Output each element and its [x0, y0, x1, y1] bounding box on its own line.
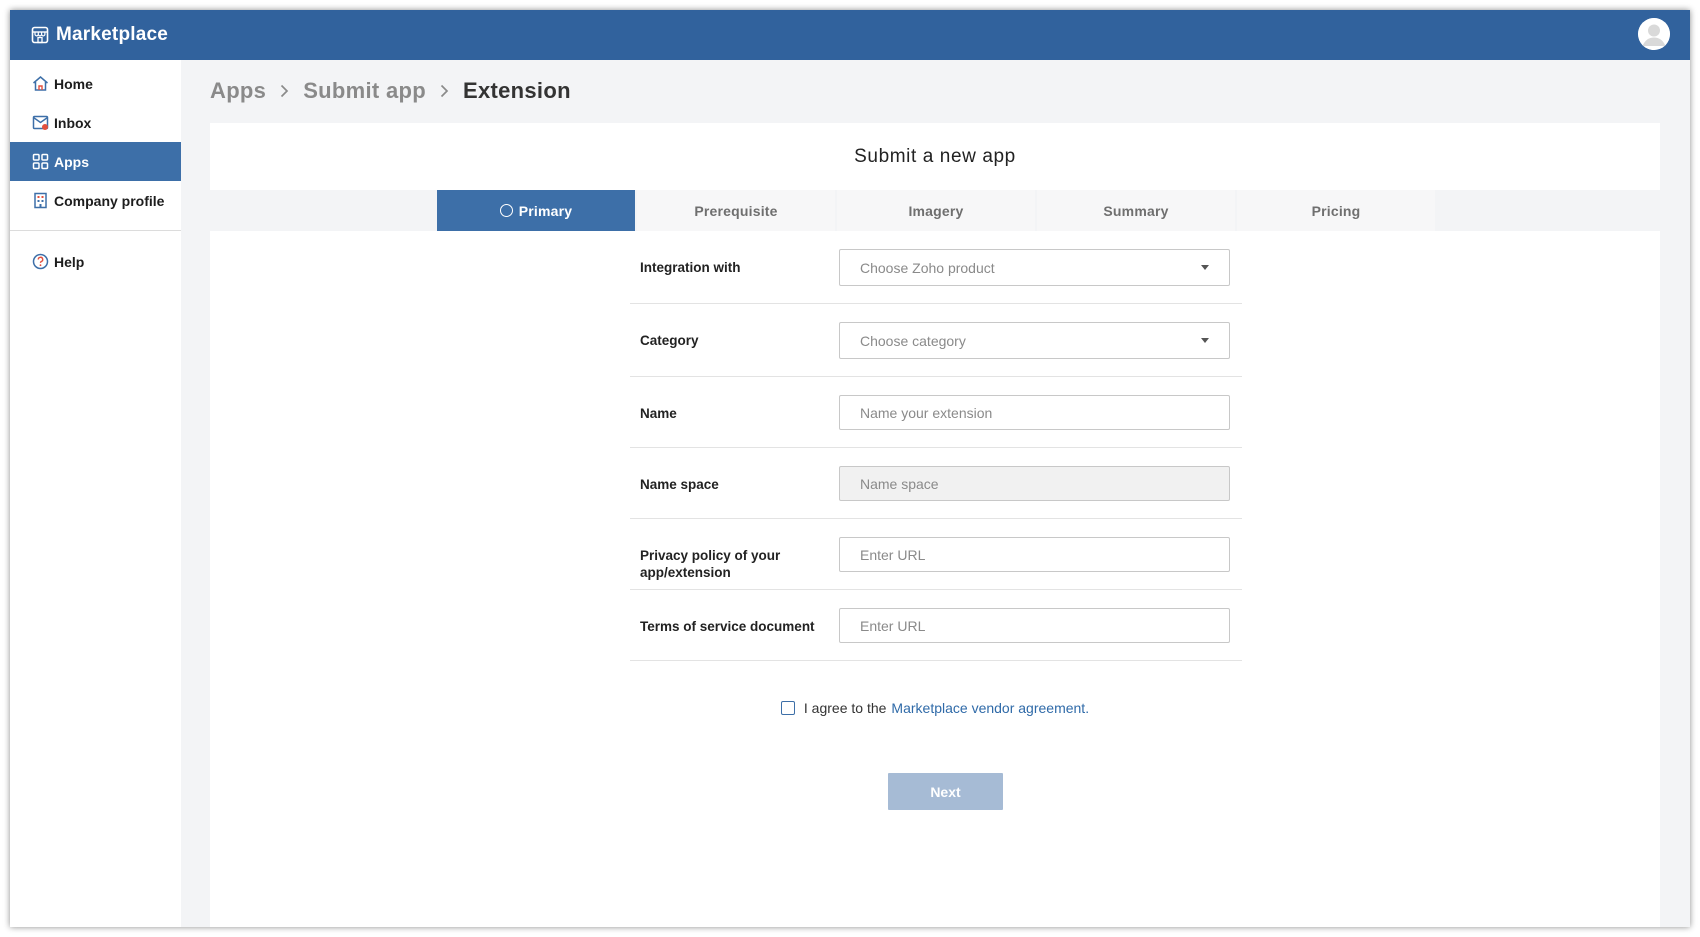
sidebar-item-home[interactable]: Home — [10, 64, 181, 103]
integration-label: Integration with — [640, 260, 741, 275]
privacy-label-line2: app/extension — [640, 565, 731, 580]
breadcrumb-submit-app[interactable]: Submit app — [303, 78, 426, 104]
step-tabs: Primary Prerequisite Imagery Summary Pri… — [437, 190, 1437, 231]
name-label: Name — [640, 406, 677, 421]
category-label: Category — [640, 333, 699, 348]
sidebar-item-label: Apps — [54, 153, 89, 170]
namespace-field — [839, 466, 1230, 501]
caret-down-icon — [1201, 265, 1209, 270]
primary-form: Integration with Choose Zoho product Cat… — [630, 231, 1242, 661]
breadcrumb-apps[interactable]: Apps — [210, 78, 266, 104]
apps-grid-icon — [31, 153, 49, 171]
terms-url-input[interactable] — [860, 617, 1200, 634]
inbox-icon — [31, 114, 49, 132]
privacy-label-line1: Privacy policy of your — [640, 548, 781, 563]
tab-label: Prerequisite — [694, 202, 778, 219]
sidebar-item-inbox[interactable]: Inbox — [10, 103, 181, 142]
chevron-right-icon — [440, 84, 449, 98]
form-row-privacy: Privacy policy of your app/extension — [630, 519, 1242, 590]
terms-label: Terms of service document — [640, 619, 815, 634]
form-row-namespace: Name space — [630, 448, 1242, 519]
sidebar-item-help[interactable]: Help — [10, 242, 181, 281]
name-field[interactable] — [839, 395, 1230, 430]
breadcrumb: Apps Submit app Extension — [210, 78, 571, 104]
tab-label: Primary — [518, 202, 573, 219]
sidebar-item-label: Help — [54, 253, 85, 270]
step-circle-icon — [499, 204, 513, 217]
tab-prerequisite[interactable]: Prerequisite — [637, 190, 835, 231]
sidebar-divider — [10, 230, 181, 231]
integration-select-value: Choose Zoho product — [860, 259, 995, 276]
form-row-terms: Terms of service document — [630, 590, 1242, 661]
caret-down-icon — [1201, 338, 1209, 343]
user-avatar[interactable] — [1638, 18, 1670, 50]
namespace-input — [860, 475, 1200, 492]
privacy-url-input[interactable] — [860, 546, 1200, 563]
integration-select[interactable]: Choose Zoho product — [839, 249, 1230, 286]
tab-label: Summary — [1103, 202, 1169, 219]
store-icon — [30, 25, 50, 45]
name-input[interactable] — [860, 404, 1200, 421]
top-bar: Marketplace — [10, 10, 1690, 60]
namespace-label: Name space — [640, 477, 719, 492]
form-card: Integration with Choose Zoho product Cat… — [210, 231, 1660, 927]
help-circle-icon — [31, 253, 49, 271]
page-title: Submit a new app — [854, 145, 1016, 167]
category-select[interactable]: Choose category — [839, 322, 1230, 359]
card-header: Submit a new app — [210, 123, 1660, 190]
sidebar-item-label: Home — [54, 75, 93, 92]
building-icon — [31, 192, 49, 210]
vendor-agreement-link[interactable]: Marketplace vendor agreement. — [891, 700, 1089, 716]
agreement-row: I agree to the Marketplace vendor agreem… — [210, 700, 1660, 716]
privacy-url-field[interactable] — [839, 537, 1230, 572]
tab-primary[interactable]: Primary — [437, 190, 635, 231]
sidebar-item-label: Company profile — [54, 192, 165, 209]
brand[interactable]: Marketplace — [30, 24, 168, 46]
terms-url-field[interactable] — [839, 608, 1230, 643]
tab-imagery[interactable]: Imagery — [837, 190, 1035, 231]
app-window: Marketplace Home Inbox Apps Company prof… — [10, 10, 1690, 927]
sidebar-item-label: Inbox — [54, 114, 92, 131]
agreement-text: I agree to the — [803, 700, 887, 716]
form-row-integration: Integration with Choose Zoho product — [630, 231, 1242, 304]
app-title: Marketplace — [56, 24, 169, 45]
breadcrumb-extension: Extension — [462, 78, 571, 103]
sidebar-item-company-profile[interactable]: Company profile — [10, 181, 181, 220]
form-row-name: Name — [630, 377, 1242, 448]
sidebar-item-apps[interactable]: Apps — [10, 142, 181, 181]
form-row-category: Category Choose category — [630, 304, 1242, 377]
chevron-right-icon — [280, 84, 289, 98]
privacy-label: Privacy policy of your app/extension — [630, 547, 830, 589]
home-icon — [31, 75, 49, 93]
tab-summary[interactable]: Summary — [1037, 190, 1235, 231]
sidebar: Home Inbox Apps Company profile Help — [10, 60, 181, 927]
tab-label: Pricing — [1311, 202, 1361, 219]
category-select-value: Choose category — [860, 332, 966, 349]
tab-label: Imagery — [908, 202, 964, 219]
tab-pricing[interactable]: Pricing — [1237, 190, 1435, 231]
agreement-checkbox[interactable] — [780, 701, 795, 715]
next-button[interactable]: Next — [888, 773, 1003, 810]
